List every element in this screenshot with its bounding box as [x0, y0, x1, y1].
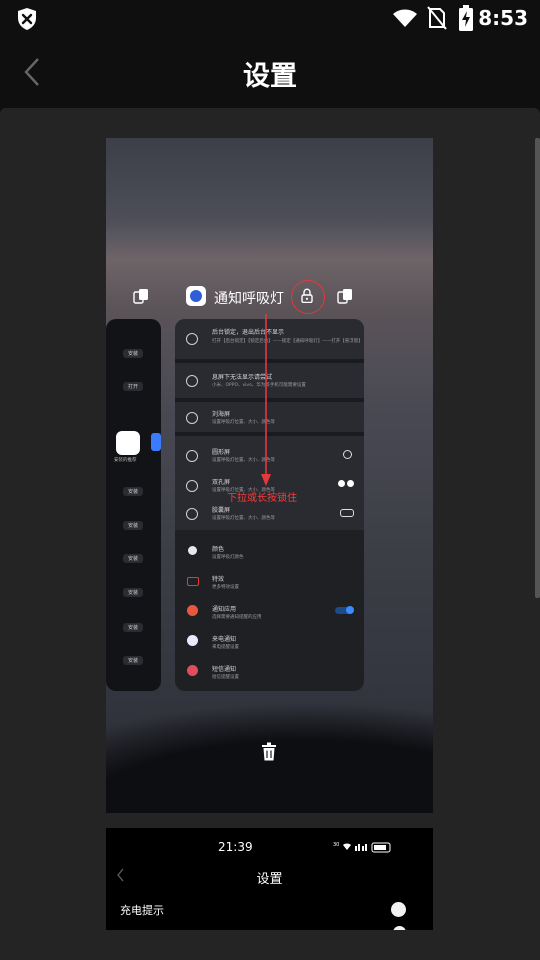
card-button: 安装: [123, 349, 144, 358]
capsule-icon: [340, 509, 354, 517]
status-time: 21:39: [218, 840, 253, 854]
annotation-text: 下拉或长按锁住: [227, 493, 297, 504]
arrow-down-annotation: [261, 314, 271, 486]
row-title: 颜色: [212, 546, 225, 553]
recent-card-left: 安装 打开 安装的推荐 安装 安装 安装 安装 安装 安装: [106, 319, 161, 691]
screen-shape-icon: [186, 412, 198, 424]
row-title: 通知应用: [212, 606, 237, 613]
settings-row: 来电通知 来电提醒设置: [175, 628, 364, 658]
card-button: 安装: [123, 521, 144, 530]
row-title: 刘海屏: [212, 411, 231, 418]
recent-app-label: 通知呼吸灯: [214, 291, 284, 307]
card-button: 安装: [123, 554, 144, 563]
card-button: 安装: [123, 487, 144, 496]
app-notify-icon: [187, 605, 198, 616]
status-bar: 8:53: [0, 0, 540, 36]
row-title: 短信通知: [212, 666, 237, 673]
split-screen-icon: [337, 289, 352, 304]
row-desc: 打开【后台锁定】【锁定后台】——锁定【通知呼吸灯】——打开【悬浮窗】: [212, 339, 363, 344]
shield-close-icon: [18, 8, 36, 30]
round-screen-icon: [343, 450, 352, 459]
screen-shape-icon: [186, 508, 198, 520]
app-thumb-label: 安装的推荐: [114, 458, 137, 463]
row-title: 圆形屏: [212, 449, 231, 456]
settings-row: 短信通知 短信提醒设置: [175, 658, 364, 688]
dual-hole-icon: [338, 480, 345, 487]
trash-icon: [262, 742, 276, 761]
row-title: 充电提示: [120, 904, 164, 917]
row-desc: 短信提醒设置: [212, 675, 239, 680]
settings-row: 通知应用 选择需要通知提醒的应用: [175, 598, 364, 628]
scrollbar[interactable]: [535, 138, 540, 598]
effect-icon: [187, 577, 199, 586]
no-sim-icon: [427, 6, 447, 30]
radio-button: [391, 902, 406, 917]
page-title: 设置: [256, 872, 283, 887]
card-button: 安装: [123, 656, 144, 665]
battery-charging-icon: [459, 5, 473, 31]
help-circle-icon: [186, 375, 198, 387]
settings-row: 颜色 设置呼吸灯颜色: [175, 538, 364, 568]
status-icons: 30: [333, 842, 391, 853]
guide-screenshot-recents: 通知呼吸灯 安装 打开 安装的推荐 安装 安装 安装 安装 安装 安装 后台锁定…: [106, 138, 433, 813]
status-time: 8:53: [478, 6, 528, 30]
card-button: 打开: [123, 382, 144, 391]
page-title: 设置: [243, 61, 297, 92]
row-desc: 选择需要通知提醒的应用: [212, 615, 262, 620]
row-desc: 设置呼吸灯颜色: [212, 555, 244, 560]
row-desc: 来电提醒设置: [212, 645, 239, 650]
row-desc: 更多特效设置: [212, 585, 239, 590]
row-title: 特效: [212, 576, 225, 583]
help-circle-icon: [186, 333, 198, 345]
screen-shape-icon: [186, 450, 198, 462]
wifi-icon: [393, 9, 417, 27]
toggle-knob: [346, 606, 354, 614]
card-button: 安装: [123, 588, 144, 597]
radio-button: [393, 926, 406, 930]
message-icon: [187, 665, 198, 676]
row-title: 胶囊屏: [212, 507, 231, 514]
app-icon: [186, 286, 206, 306]
split-screen-icon: [133, 289, 148, 304]
app-bar: 设置: [0, 36, 540, 108]
palette-icon: [188, 546, 197, 555]
phone-icon: [187, 635, 198, 646]
row-title: 双孔屏: [212, 479, 231, 486]
screen-shape-icon: [186, 480, 198, 492]
card-button: 安装: [123, 623, 144, 632]
app-thumb-icon: [151, 433, 161, 451]
app-thumb-icon: [116, 431, 140, 455]
row-title: 来电通知: [212, 636, 237, 643]
svg-text:30: 30: [333, 842, 339, 848]
row-desc: 设置呼吸灯位置、大小、颜色等: [212, 516, 275, 521]
guide-screenshot-settings: 21:39 30 设置 充电提示: [106, 828, 433, 930]
settings-row: 特效 更多特效设置: [175, 568, 364, 598]
dual-hole-icon: [347, 480, 354, 487]
lock-icon: [301, 288, 313, 303]
